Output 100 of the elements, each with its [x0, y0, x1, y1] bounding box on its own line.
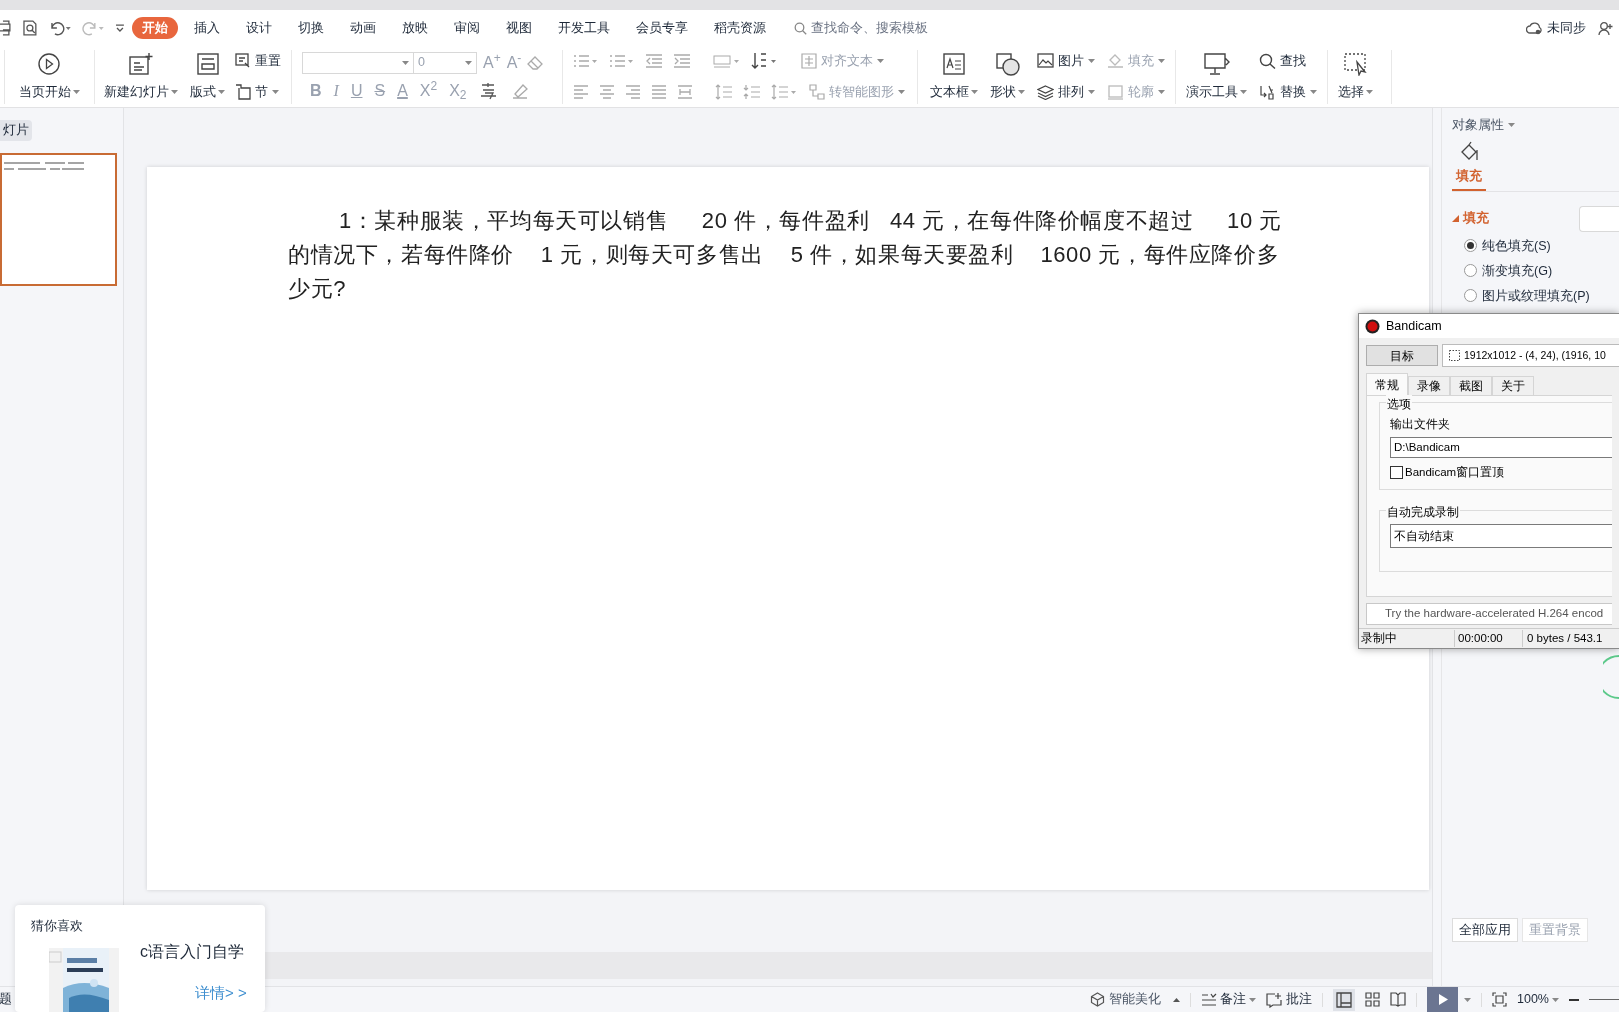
menu-tab[interactable]: 稻壳资源: [704, 17, 776, 39]
normal-view-icon[interactable]: [1333, 988, 1355, 1011]
shapes-button[interactable]: 形状: [990, 49, 1025, 104]
text-direction-icon[interactable]: [713, 52, 741, 69]
justify-icon[interactable]: [651, 85, 667, 100]
section-button[interactable]: 节: [235, 82, 281, 102]
slide-text[interactable]: 1：某种服装，平均每天可以销售 20 件，每件盈利 44 元，在每件降价幅度不超过 10 元的情况下，若每件降价 1 元，则每天可多售出 5 件，如果每天要盈利 1600 元，每件应降价多少元?: [288, 204, 1300, 306]
caret-icon: [1158, 58, 1165, 63]
details-link[interactable]: 详情> >: [195, 982, 247, 1005]
caret-icon: [1088, 58, 1095, 63]
numbered-list-icon[interactable]: [609, 52, 635, 69]
smart-beautify-button[interactable]: 智能美化: [1090, 990, 1180, 1009]
caret-icon: [1240, 90, 1247, 95]
spacing-options-icon[interactable]: [771, 84, 797, 101]
caret-icon: [1249, 997, 1256, 1002]
checkbox[interactable]: [1390, 466, 1403, 480]
customize-icon[interactable]: [115, 23, 125, 33]
menu-tab[interactable]: 审阅: [444, 17, 490, 39]
menu-tab[interactable]: 放映: [392, 17, 438, 39]
arrange-button[interactable]: 排列: [1037, 82, 1095, 102]
add-user-icon[interactable]: [1598, 20, 1614, 36]
layers-icon: [1037, 84, 1054, 100]
panel-title[interactable]: 对象属性: [1452, 116, 1619, 135]
paragraph-spacing-icon[interactable]: [743, 84, 761, 101]
play-circle-icon: [37, 51, 61, 76]
caret-icon: [171, 90, 178, 95]
slides-pane-tab[interactable]: 灯片: [0, 120, 32, 141]
menu-tab[interactable]: 开发工具: [548, 17, 620, 39]
fill-section-header[interactable]: 填充: [1452, 209, 1489, 228]
zoom-level-button[interactable]: 100%: [1517, 990, 1559, 1009]
menu-tab[interactable]: 动画: [340, 17, 386, 39]
sync-status-button[interactable]: 未同步: [1526, 18, 1586, 38]
find-button[interactable]: 查找: [1259, 51, 1317, 71]
reading-view-icon[interactable]: [1390, 992, 1406, 1007]
align-right-icon[interactable]: [625, 85, 641, 100]
radio-label[interactable]: 纯色填充(S): [1482, 237, 1551, 254]
menu-tab[interactable]: 插入: [184, 17, 230, 39]
caret-icon[interactable]: [1464, 997, 1471, 1002]
promo-banner[interactable]: Try the hardware-accelerated H.264 encod: [1366, 603, 1612, 625]
comment-add-icon: [1266, 991, 1282, 1008]
menu-tab[interactable]: 会员专享: [626, 17, 698, 39]
cloud-icon: [1526, 21, 1543, 35]
radio-button[interactable]: [1464, 264, 1477, 277]
redo-icon[interactable]: [81, 20, 106, 36]
target-button[interactable]: 目标: [1366, 345, 1438, 366]
radio-button[interactable]: [1464, 289, 1477, 302]
radio-label[interactable]: 图片或纹理填充(P): [1482, 287, 1590, 304]
menu-tab[interactable]: 视图: [496, 17, 542, 39]
checkbox-label[interactable]: Bandicam窗口置顶: [1405, 464, 1505, 482]
recommend-item-title[interactable]: c语言入门自学: [140, 940, 244, 964]
radio-label[interactable]: 渐变填充(G): [1482, 262, 1553, 279]
monitor-icon: [1202, 51, 1231, 76]
slide-thumbnail[interactable]: [0, 152, 117, 286]
presentation-tools-button[interactable]: 演示工具: [1186, 49, 1247, 104]
fit-window-icon[interactable]: [1492, 992, 1507, 1007]
grid-view-icon[interactable]: [1365, 992, 1380, 1007]
output-folder-field[interactable]: D:\Bandicam: [1390, 437, 1612, 458]
radio-button[interactable]: [1464, 239, 1477, 252]
window-tab[interactable]: 截图: [1450, 376, 1492, 395]
notes-button[interactable]: 备注: [1201, 990, 1256, 1009]
text-box-button[interactable]: 文本框: [930, 49, 978, 104]
window-tab[interactable]: 录像: [1408, 376, 1450, 395]
bullet-list-icon[interactable]: [573, 52, 599, 69]
target-area-field[interactable]: 1912x1012 - (4, 24), (1916, 10: [1442, 344, 1619, 367]
caret-icon: [272, 90, 279, 95]
align-text-icon: [801, 52, 817, 69]
new-slide-button[interactable]: 新建幻灯片: [100, 49, 182, 104]
menu-tab[interactable]: 切换: [288, 17, 334, 39]
reset-button[interactable]: 重置: [235, 51, 281, 71]
print-icon[interactable]: [0, 20, 12, 36]
file-size: 0 bytes / 543.1: [1526, 630, 1603, 646]
picture-button[interactable]: 图片: [1037, 51, 1095, 71]
comments-button[interactable]: 批注: [1266, 990, 1312, 1009]
elapsed-time: 00:00:00: [1455, 629, 1523, 648]
increase-indent-icon[interactable]: [673, 52, 691, 69]
align-left-icon[interactable]: [573, 85, 589, 100]
line-spacing-icon[interactable]: [715, 84, 733, 101]
auto-stop-dropdown[interactable]: 不自动结束: [1390, 524, 1612, 548]
search-field[interactable]: 查找命令、搜索模板: [794, 18, 928, 38]
color-picker-field[interactable]: [1579, 205, 1619, 232]
distribute-icon[interactable]: [677, 85, 693, 100]
window-tab[interactable]: 关于: [1492, 376, 1534, 395]
panel-tab[interactable]: 填充: [1452, 140, 1486, 191]
window-tab[interactable]: 常规: [1366, 373, 1408, 395]
start-from-current-button[interactable]: 当页开始: [9, 49, 89, 104]
apply-all-button[interactable]: 全部应用: [1452, 918, 1518, 942]
align-center-icon[interactable]: [599, 85, 615, 100]
font-name-field[interactable]: [302, 51, 414, 74]
search-icon: [794, 21, 807, 35]
print-preview-icon[interactable]: [21, 20, 38, 36]
menu-tab[interactable]: 设计: [236, 17, 282, 39]
decrease-indent-icon[interactable]: [645, 52, 663, 69]
replace-button[interactable]: 替换: [1259, 82, 1317, 102]
play-button-icon[interactable]: [1427, 987, 1458, 1012]
sort-icon[interactable]: [751, 51, 779, 70]
eraser-icon[interactable]: [527, 55, 544, 70]
text-box-icon: [942, 51, 966, 76]
layout-button[interactable]: 版式: [186, 49, 229, 104]
select-button[interactable]: 选择: [1338, 49, 1373, 104]
phonetic-guide-icon[interactable]: [478, 81, 499, 100]
